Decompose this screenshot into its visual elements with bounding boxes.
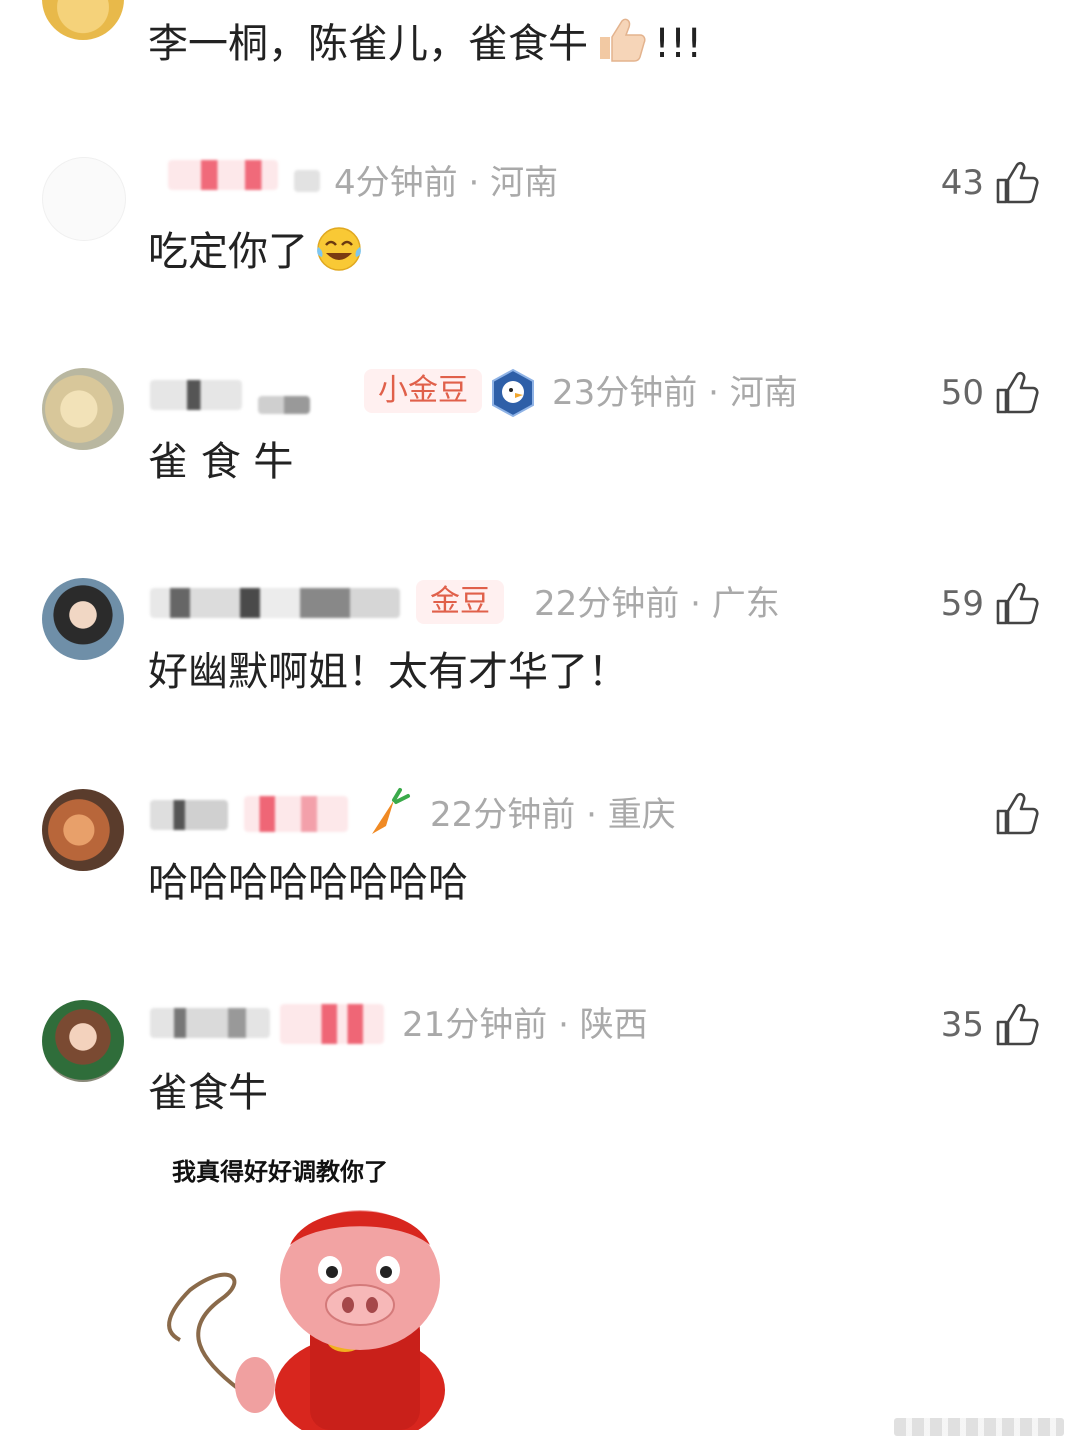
username[interactable] [150, 588, 400, 618]
thumbs-up-icon [996, 161, 1039, 204]
comment-text: 李一桐，陈雀儿，雀食牛 !!! [148, 17, 702, 75]
username-extra [294, 170, 320, 192]
avatar[interactable] [42, 0, 124, 40]
watermark [894, 1418, 1064, 1436]
thumbs-up-icon [996, 792, 1039, 835]
comment-meta: 22分钟前 · 广东 [534, 584, 780, 624]
comment-meta: 4分钟前 · 河南 [334, 163, 559, 203]
username-extra [244, 796, 348, 832]
like-button[interactable]: 35 [941, 1001, 1040, 1049]
thumbs-up-icon [996, 1003, 1039, 1046]
like-button[interactable]: 59 [941, 580, 1040, 628]
thumbs-up-emoji [594, 17, 648, 75]
username[interactable] [150, 1008, 270, 1038]
carrot-icon [364, 786, 416, 840]
like-count: 35 [940, 1005, 984, 1045]
comment-text: 雀食牛 [148, 1070, 268, 1116]
fan-badge: 金豆 [416, 580, 504, 624]
avatar[interactable] [42, 578, 124, 660]
comment-text: 雀 食 牛 [148, 439, 294, 485]
avatar[interactable] [42, 368, 124, 450]
comment-meta: 23分钟前 · 河南 [552, 373, 798, 413]
username[interactable] [168, 160, 278, 190]
sticker-caption: 我真得好好调教你了 [172, 1158, 388, 1186]
comment-text: 好幽默啊姐！太有才华了！ [148, 649, 628, 695]
like-count: 59 [940, 584, 984, 624]
username[interactable] [150, 380, 242, 410]
tears-of-joy-emoji [314, 225, 364, 285]
thumbs-up-icon [996, 371, 1039, 414]
like-button[interactable]: 43 [941, 159, 1040, 207]
like-button[interactable] [984, 790, 1040, 838]
comment-meta: 21分钟前 · 陕西 [402, 1005, 648, 1045]
like-button[interactable]: 50 [941, 369, 1040, 417]
like-count: 43 [940, 163, 984, 203]
avatar[interactable] [42, 789, 124, 871]
comment-text: 吃定你了 [148, 225, 364, 285]
pig-character-illustration [167, 1210, 445, 1430]
comment-meta: 22分钟前 · 重庆 [430, 795, 676, 835]
comment-text: 哈哈哈哈哈哈哈哈 [148, 860, 468, 906]
username-extra [280, 1004, 384, 1044]
like-count: 50 [940, 373, 984, 413]
thumbs-up-icon [996, 582, 1039, 625]
avatar[interactable] [42, 1000, 124, 1082]
username[interactable] [150, 800, 228, 830]
fan-badge: 小金豆 [364, 369, 482, 413]
medal-icon [490, 368, 536, 418]
sticker-image[interactable]: 我真得好好调教你了 [160, 1150, 460, 1430]
username-extra [258, 396, 310, 414]
avatar[interactable] [42, 157, 126, 241]
